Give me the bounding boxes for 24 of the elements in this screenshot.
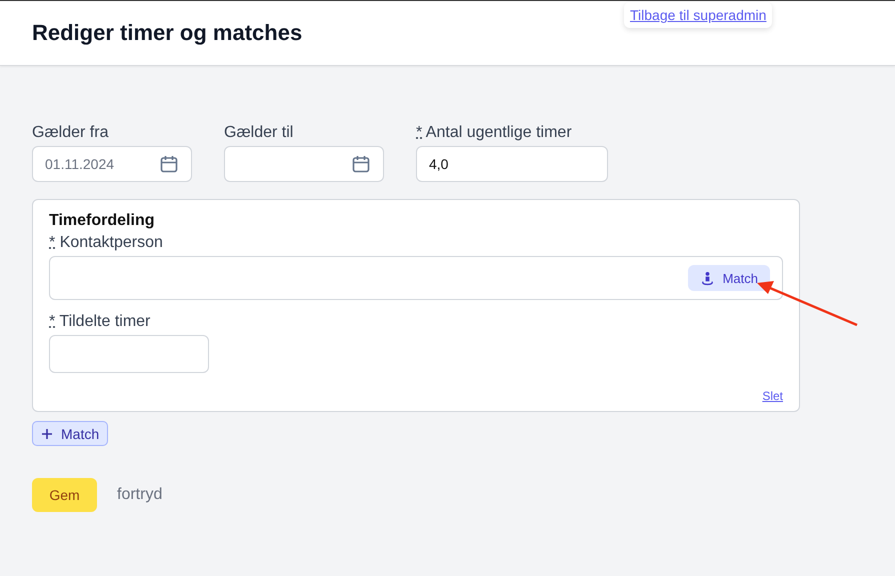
add-match-button[interactable]: Match — [32, 421, 108, 446]
field-label: Gælder til — [224, 124, 294, 142]
calendar-icon[interactable] — [351, 154, 371, 174]
cancel-link[interactable]: fortryd — [117, 486, 162, 504]
delete-link[interactable]: Slet — [762, 389, 783, 403]
save-button[interactable]: Gem — [32, 478, 97, 512]
field-label: * Tildelte timer — [49, 313, 152, 331]
field-value: 4,0 — [429, 156, 448, 172]
field-label: * Kontaktperson — [49, 234, 164, 252]
field-value: 01.11.2024 — [45, 156, 114, 172]
back-link[interactable]: Tilbage til superadmin — [624, 2, 772, 28]
plus-icon — [41, 428, 53, 440]
section-title: Timefordeling — [49, 212, 156, 230]
field-label: Gælder fra — [32, 124, 110, 142]
page-title: Rediger timer og matches — [32, 20, 302, 46]
match-button[interactable]: Match — [688, 265, 770, 291]
field-label: * Antal ugentlige timer — [416, 124, 573, 142]
date-field[interactable] — [224, 146, 384, 182]
hours-field[interactable] — [49, 335, 209, 373]
calendar-icon[interactable] — [159, 154, 179, 174]
date-field[interactable]: 01.11.2024 — [32, 146, 192, 182]
person-icon — [700, 270, 715, 286]
input-field[interactable]: 4,0 — [416, 146, 608, 182]
contact-field[interactable]: Match — [49, 256, 783, 300]
